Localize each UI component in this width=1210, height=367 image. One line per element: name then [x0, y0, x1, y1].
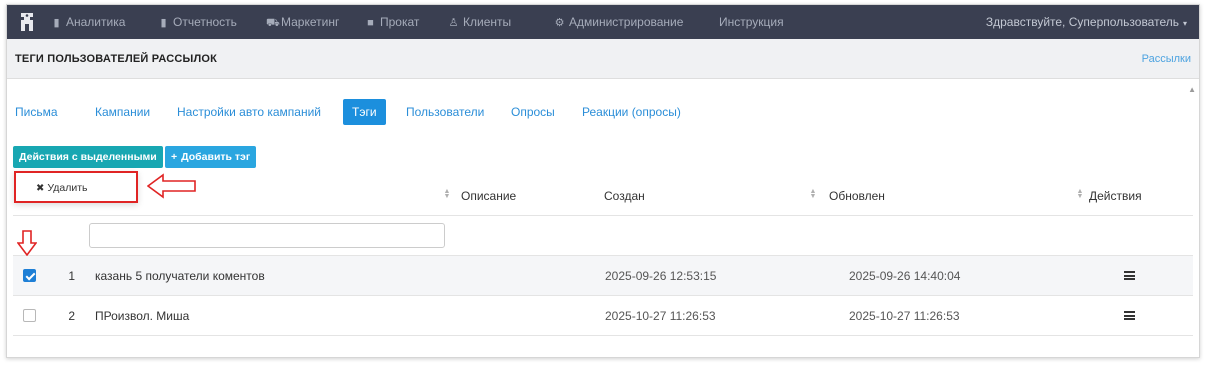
nav-item-reports[interactable]: ▮ Отчетность	[158, 5, 237, 39]
updated-date: 2025-09-26 14:40:04	[849, 269, 961, 283]
column-header-actions: Действия	[1089, 189, 1142, 203]
breadcrumb-link[interactable]: Рассылки	[1142, 39, 1191, 79]
bulk-actions-dropdown: ✖ Удалить	[14, 171, 138, 203]
top-navbar: ▮ Аналитика ▮ Отчетность ⛟Маркетинг ■ Прока…	[7, 5, 1199, 39]
column-header-created[interactable]: Создан	[604, 189, 645, 203]
chart-bar-icon: ▮	[53, 17, 60, 29]
scroll-up-arrow-icon[interactable]: ▲	[1188, 85, 1196, 94]
updated-date: 2025-10-27 11:26:53	[849, 309, 960, 323]
tag-name: ПРоизвол. Миша	[95, 309, 190, 323]
nav-item-analytics[interactable]: ▮ Аналитика	[51, 5, 125, 39]
logo-icon[interactable]	[19, 12, 35, 32]
film-icon: ■	[367, 17, 374, 29]
row-checkbox[interactable]	[23, 309, 36, 322]
tab-users[interactable]: Пользователи	[406, 99, 484, 125]
table-row[interactable]: 2 ПРоизвол. Миша 2025-10-27 11:26:53 202…	[13, 295, 1193, 335]
delete-label: Удалить	[47, 182, 88, 194]
nav-label: Прокат	[380, 15, 420, 29]
nav-item-rental[interactable]: ■ Прокат	[365, 5, 419, 39]
sort-icon[interactable]: ▲ ▼	[443, 188, 451, 200]
name-filter-input[interactable]	[89, 223, 445, 248]
cart-icon: ⛟	[266, 17, 280, 29]
greeting-text: Здравствуйте, Суперпользователь	[985, 15, 1179, 29]
app-window: ▮ Аналитика ▮ Отчетность ⛟Маркетинг ■ Прока…	[6, 4, 1200, 358]
divider	[13, 215, 1193, 216]
nav-label: Клиенты	[463, 15, 512, 29]
nav-item-instructions[interactable]: Инструкция	[719, 5, 784, 39]
delete-menu-item[interactable]: ✖ Удалить	[36, 182, 87, 194]
cogs-icon: ⚙	[554, 17, 565, 29]
list-icon[interactable]	[1124, 271, 1135, 280]
tab-campaigns[interactable]: Кампании	[95, 99, 150, 125]
sort-icon[interactable]: ▲ ▼	[1076, 188, 1084, 200]
nav-item-administration[interactable]: ⚙ Администрирование	[554, 5, 684, 39]
tag-name: казань 5 получатели коментов	[95, 269, 265, 283]
user-menu[interactable]: Здравствуйте, Суперпользователь ▾	[986, 5, 1187, 39]
chart-bar-icon: ▮	[160, 17, 167, 29]
users-icon: ♙	[448, 17, 459, 29]
created-date: 2025-09-26 12:53:15	[605, 269, 717, 283]
tab-letters[interactable]: Письма	[15, 99, 58, 125]
column-header-description: Описание	[461, 189, 517, 203]
row-number: 1	[68, 269, 75, 283]
nav-label: Инструкция	[719, 15, 784, 29]
annotation-arrow-left-icon	[147, 173, 196, 199]
page-header: ТЕГИ ПОЛЬЗОВАТЕЛЕЙ РАССЫЛОК Рассылки	[7, 39, 1199, 79]
caret-down-icon: ▾	[1182, 19, 1187, 28]
column-header-updated[interactable]: Обновлен	[829, 189, 885, 203]
nav-item-clients[interactable]: ♙ Клиенты	[448, 5, 512, 39]
created-date: 2025-10-27 11:26:53	[605, 309, 716, 323]
nav-label: Аналитика	[66, 15, 126, 29]
tab-polls[interactable]: Опросы	[511, 99, 555, 125]
tab-reactions[interactable]: Реакции (опросы)	[582, 99, 681, 125]
bulk-actions-button[interactable]: Действия с выделенными	[13, 146, 163, 168]
close-icon: ✖	[36, 183, 45, 194]
tab-tags[interactable]: Тэги	[343, 99, 386, 125]
sort-icon[interactable]: ▲ ▼	[809, 188, 817, 200]
table-row[interactable]: 1 казань 5 получатели коментов 2025-09-2…	[13, 255, 1193, 295]
nav-label: Администрирование	[569, 15, 684, 29]
plus-icon: +	[171, 151, 178, 163]
row-number: 2	[68, 309, 75, 323]
nav-label: Маркетинг	[281, 15, 340, 29]
divider	[13, 335, 1193, 336]
annotation-arrow-down-icon	[17, 230, 37, 256]
nav-label: Отчетность	[173, 15, 237, 29]
row-checkbox[interactable]	[23, 269, 36, 282]
nav-item-marketing[interactable]: ⛟Маркетинг	[266, 5, 339, 39]
tab-auto-campaign-settings[interactable]: Настройки авто кампаний	[177, 99, 321, 125]
list-icon[interactable]	[1124, 311, 1135, 320]
add-tag-button[interactable]: + Добавить тэг	[165, 146, 257, 168]
add-tag-label: Добавить тэг	[181, 151, 251, 163]
page-title: ТЕГИ ПОЛЬЗОВАТЕЛЕЙ РАССЫЛОК	[15, 53, 218, 65]
